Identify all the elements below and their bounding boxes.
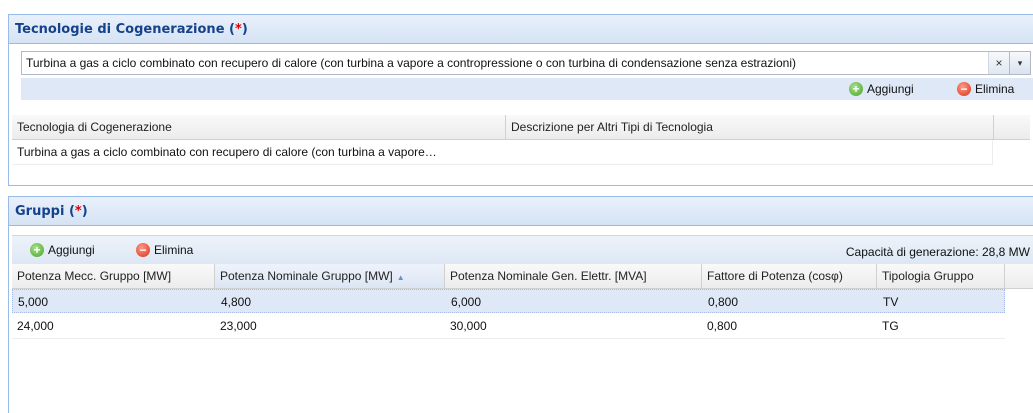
table-row[interactable]: 24,000 23,000 30,000 0,800 TG — [12, 314, 1005, 339]
cell-fattore: 0,800 — [708, 295, 739, 309]
cell-tipologia: TV — [883, 295, 899, 309]
tech-panel-header: Tecnologie di Cogenerazione (*) — [9, 15, 1033, 44]
cell-potenza-mecc: 24,000 — [17, 319, 54, 333]
column-header-spacer — [1005, 264, 1033, 288]
required-star: * — [235, 22, 242, 37]
column-header-tipologia[interactable]: Tipologia Gruppo — [877, 264, 1005, 288]
groups-add-button[interactable]: + Aggiungi — [30, 242, 95, 258]
chevron-down-icon[interactable]: ▾ — [1009, 52, 1030, 74]
cell-tecnologia: Turbina a gas a ciclo combinato con recu… — [17, 145, 437, 159]
capacity-text: Capacità di generazione: 28,8 MW — [845, 245, 1030, 259]
column-header-potenza-nominale[interactable]: Potenza Nominale Gruppo [MW] ▲ — [215, 264, 445, 288]
tech-panel: Tecnologie di Cogenerazione (*) Turbina … — [8, 14, 1033, 186]
groups-toolbar: + Aggiungi − Elimina Capacità di generaz… — [12, 235, 1033, 264]
column-header-potenza-mecc[interactable]: Potenza Mecc. Gruppo [MW] — [12, 264, 215, 288]
tech-panel-title: Tecnologie di Cogenerazione (*) — [15, 22, 248, 37]
required-marker: (*) — [69, 204, 88, 219]
groups-delete-button[interactable]: − Elimina — [136, 242, 193, 258]
tech-grid-header: Tecnologia di Cogenerazione Descrizione … — [12, 115, 1030, 140]
groups-panel-title-text: Gruppi — [15, 204, 65, 219]
groups-grid-header: Potenza Mecc. Gruppo [MW] Potenza Nomina… — [12, 264, 1033, 289]
groups-panel-title: Gruppi (*) — [15, 204, 88, 219]
cell-descrizione — [506, 140, 992, 164]
column-header-descrizione[interactable]: Descrizione per Altri Tipi di Tecnologia — [506, 115, 994, 139]
tech-delete-button[interactable]: − Elimina — [957, 81, 1014, 97]
tech-delete-label: Elimina — [975, 82, 1015, 96]
column-header-potenza-gen[interactable]: Potenza Nominale Gen. Elettr. [MVA] — [445, 264, 702, 288]
column-header-fattore[interactable]: Fattore di Potenza (cosφ) — [702, 264, 877, 288]
table-row[interactable]: 5,000 4,800 6,000 0,800 TV — [12, 289, 1005, 313]
cell-potenza-nominale: 4,800 — [221, 295, 252, 309]
required-close: ) — [241, 22, 248, 37]
tech-toolbar: + Aggiungi − Elimina — [21, 78, 1033, 100]
column-header-spacer — [994, 115, 1030, 139]
tech-panel-title-text: Tecnologie di Cogenerazione — [15, 22, 225, 37]
technology-combo[interactable]: Turbina a gas a ciclo combinato con recu… — [21, 51, 1031, 75]
tech-add-label: Aggiungi — [867, 82, 914, 96]
cell-tipologia: TG — [882, 319, 899, 333]
column-header-potenza-nominale-label: Potenza Nominale Gruppo [MW] — [220, 269, 393, 283]
required-star: * — [74, 204, 82, 219]
groups-add-label: Aggiungi — [48, 243, 95, 257]
cell-fattore: 0,800 — [707, 319, 738, 333]
cell-potenza-mecc: 5,000 — [18, 295, 49, 309]
cell-potenza-gen: 6,000 — [451, 295, 482, 309]
technology-combo-value[interactable]: Turbina a gas a ciclo combinato con recu… — [26, 56, 796, 70]
groups-panel: Gruppi (*) + Aggiungi − Elimina Capacità… — [8, 196, 1033, 413]
delete-circle-icon: − — [957, 82, 971, 96]
clear-icon[interactable]: × — [988, 52, 1009, 74]
delete-circle-icon: − — [136, 243, 150, 257]
add-circle-icon: + — [849, 82, 863, 96]
add-circle-icon: + — [30, 243, 44, 257]
column-header-tecnologia[interactable]: Tecnologia di Cogenerazione — [12, 115, 506, 139]
sort-ascending-icon: ▲ — [396, 273, 405, 282]
table-row[interactable]: Turbina a gas a ciclo combinato con recu… — [12, 140, 993, 165]
required-marker: (*) — [229, 22, 248, 37]
cell-potenza-gen: 30,000 — [450, 319, 487, 333]
cell-potenza-nominale: 23,000 — [220, 319, 257, 333]
groups-panel-header: Gruppi (*) — [9, 197, 1033, 226]
tech-add-button[interactable]: + Aggiungi — [849, 81, 914, 97]
groups-delete-label: Elimina — [154, 243, 194, 257]
required-close: ) — [81, 204, 88, 219]
